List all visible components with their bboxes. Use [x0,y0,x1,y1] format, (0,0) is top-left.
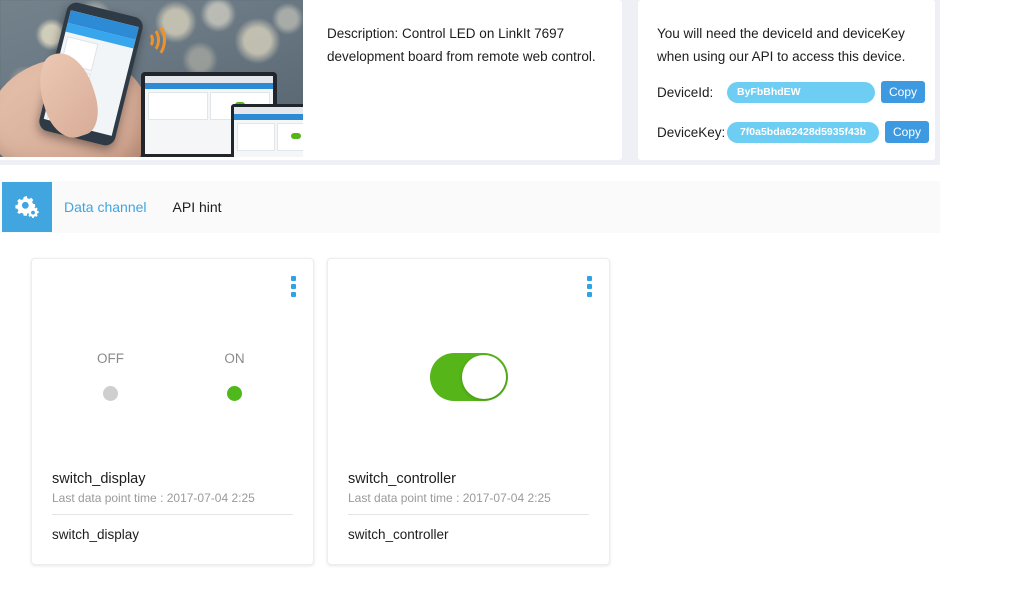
device-key-label: DeviceKey: [657,124,726,140]
switch-controller-widget [328,321,609,466]
on-indicator-dot [227,386,242,401]
off-indicator-dot [103,386,118,401]
tab-list: Data channel API hint [64,181,222,233]
card-footer: switch_controller Last data point time :… [348,471,589,542]
device-description: Description: Control LED on LinkIt 7697 … [327,26,596,64]
data-channel-content: OFF ON switch_display Last data point ti… [0,233,940,580]
device-hero-image [0,0,303,157]
device-id-value[interactable]: ByFbBhdEW [727,81,875,103]
laptop-card [148,92,208,120]
kebab-menu-icon[interactable] [286,276,300,298]
cogs-icon [15,196,39,218]
card-channel-name: switch_display [52,527,140,542]
off-state-column: OFF [91,351,131,401]
kebab-menu-icon[interactable] [582,276,596,298]
device-id-row: DeviceId: ByFbBhdEW Copy [657,81,926,103]
api-note: You will need the deviceId and deviceKey… [657,26,906,64]
on-off-indicator: OFF ON [32,321,313,401]
on-state-column: ON [215,351,255,401]
card-footer: switch_display Last data point time : 20… [52,471,293,542]
toggle-knob [461,355,506,399]
channel-card-switch-display: OFF ON switch_display Last data point ti… [31,258,314,565]
device-key-row: DeviceKey: 7f0a5bda62428d5935f43b Copy [657,121,930,143]
copy-device-id-button[interactable]: Copy [881,81,926,103]
tab-bar: Data channel API hint [0,181,940,233]
card-last-data-time: Last data point time : 2017-07-04 2:25 [348,491,589,515]
tab-api-hint[interactable]: API hint [173,199,222,215]
tablet-card [237,123,275,151]
wifi-signal-icon [140,20,170,58]
tablet-screen [234,107,303,157]
tablet-card-row [234,120,303,154]
tablet-device [231,104,303,157]
top-panels-row: Description: Control LED on LinkIt 7697 … [0,0,940,165]
tablet-card [277,123,303,151]
tablet-toggle-icon [291,133,301,139]
device-key-value[interactable]: 7f0a5bda62428d5935f43b [727,121,879,143]
copy-device-key-button[interactable]: Copy [885,121,930,143]
card-last-data-time: Last data point time : 2017-07-04 2:25 [52,491,293,515]
tab-data-channel[interactable]: Data channel [64,199,147,215]
switch-display-widget: OFF ON [32,321,313,466]
toggle-wrapper [328,321,609,401]
device-info-panel: Description: Control LED on LinkIt 7697 … [0,0,622,160]
browser-chrome [145,76,273,83]
device-detail-page: Description: Control LED on LinkIt 7697 … [0,0,1024,599]
on-label: ON [224,351,245,366]
browser-chrome [234,107,303,114]
toggle-switch[interactable] [429,353,508,401]
device-id-label: DeviceId: [657,84,714,100]
card-title: switch_controller [348,471,456,487]
channel-card-switch-controller: switch_controller Last data point time :… [327,258,610,565]
settings-gear-button[interactable] [2,182,52,232]
card-channel-name: switch_controller [348,527,449,542]
api-credentials-panel: You will need the deviceId and deviceKey… [638,0,935,160]
off-label: OFF [97,351,124,366]
card-title: switch_display [52,471,146,487]
